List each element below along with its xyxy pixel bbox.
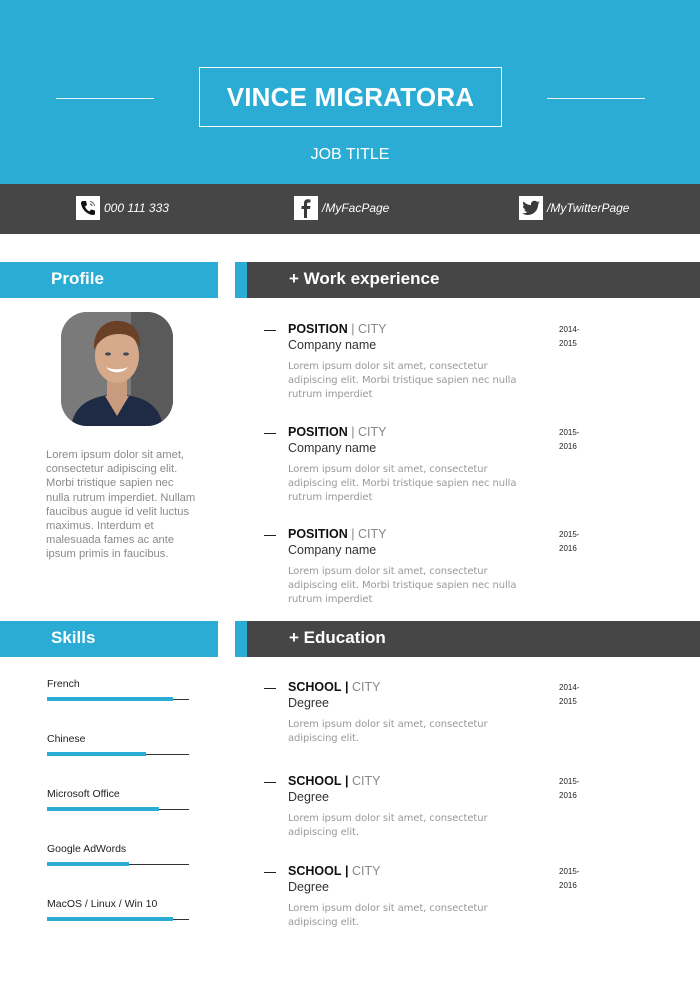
education-heading: + Education xyxy=(289,628,386,647)
profile-heading: Profile xyxy=(51,269,104,288)
company-name: Company name xyxy=(288,543,377,557)
profile-section-header: Profile xyxy=(0,262,218,298)
skill-level-bar xyxy=(47,862,130,866)
city: CITY xyxy=(351,774,381,788)
city: CITY xyxy=(351,680,381,694)
school-city: SCHOOL | CITY xyxy=(288,680,381,694)
skills-section-header: Skills xyxy=(0,621,218,657)
skill-item: Google AdWords xyxy=(47,843,189,866)
entry-description: Lorem ipsum dolor sit amet, consectetur … xyxy=(288,903,488,928)
section-accent xyxy=(235,621,247,657)
position-city: POSITION | CITY xyxy=(288,527,387,541)
position: POSITION xyxy=(288,425,348,439)
dash-bullet xyxy=(264,535,276,536)
skill-item: Chinese xyxy=(47,733,189,756)
entry-description: Lorem ipsum dolor sit amet, consectetur … xyxy=(288,813,488,838)
entry-description: Lorem ipsum dolor sit amet, consectetur … xyxy=(288,719,488,744)
header-rule-left xyxy=(56,98,154,99)
skill-item: Microsoft Office xyxy=(47,788,189,811)
profile-summary: Lorem ipsum dolor sit amet, consectetur … xyxy=(46,449,196,561)
position-city: POSITION | CITY xyxy=(288,322,387,336)
entry-dates: 2014- 2015 xyxy=(559,325,580,348)
twitter-handle: /MyTwitterPage xyxy=(547,201,630,215)
skill-label: French xyxy=(47,678,80,690)
entry-dates: 2015- 2016 xyxy=(559,428,580,451)
resume-header: VINCE MIGRATORA JOB TITLE xyxy=(0,0,700,184)
entry-dates: 2015- 2016 xyxy=(559,530,580,553)
city: CITY xyxy=(357,322,387,336)
dash-bullet xyxy=(264,688,276,689)
company-name: Company name xyxy=(288,441,377,455)
city: CITY xyxy=(351,864,381,878)
contact-bar: 000 111 333 /MyFacPage /MyTwitterPage xyxy=(0,184,700,234)
school: SCHOOL xyxy=(288,680,342,694)
phone-icon xyxy=(76,196,100,220)
dash-bullet xyxy=(264,330,276,331)
contact-phone[interactable]: 000 111 333 xyxy=(76,196,169,220)
degree: Degree xyxy=(288,790,329,804)
skill-item: MacOS / Linux / Win 10 xyxy=(47,898,189,921)
dash-bullet xyxy=(264,782,276,783)
skill-label: MacOS / Linux / Win 10 xyxy=(47,898,158,910)
position: POSITION xyxy=(288,527,348,541)
facebook-handle: /MyFacPage xyxy=(322,201,390,215)
work-section-header: + Work experience xyxy=(235,262,700,298)
skill-label: Microsoft Office xyxy=(47,788,120,800)
skill-label: Chinese xyxy=(47,733,86,745)
entry-dates: 2015- 2016 xyxy=(559,777,580,800)
dash-bullet xyxy=(264,872,276,873)
position-city: POSITION | CITY xyxy=(288,425,387,439)
entry-dates: 2014- 2015 xyxy=(559,683,580,706)
skills-heading: Skills xyxy=(51,628,96,647)
skill-item: French xyxy=(47,678,189,701)
entry-description: Lorem ipsum dolor sit amet, consectetur … xyxy=(288,361,517,400)
section-accent xyxy=(235,262,247,298)
city: CITY xyxy=(357,527,387,541)
school-city: SCHOOL | CITY xyxy=(288,864,381,878)
facebook-icon xyxy=(294,196,318,220)
school-city: SCHOOL | CITY xyxy=(288,774,381,788)
work-heading: + Work experience xyxy=(289,269,440,288)
contact-twitter[interactable]: /MyTwitterPage xyxy=(519,196,629,220)
skill-level-bar xyxy=(47,752,147,756)
twitter-icon xyxy=(519,196,543,220)
skill-level-bar xyxy=(47,807,160,811)
skill-label: Google AdWords xyxy=(47,843,127,855)
position: POSITION xyxy=(288,322,348,336)
degree: Degree xyxy=(288,880,329,894)
candidate-name: VINCE MIGRATORA xyxy=(226,81,475,112)
job-title: JOB TITLE xyxy=(310,146,390,163)
phone-number: 000 111 333 xyxy=(104,201,169,215)
city: CITY xyxy=(357,425,387,439)
name-box: VINCE MIGRATORA xyxy=(199,67,502,127)
company-name: Company name xyxy=(288,338,377,352)
degree: Degree xyxy=(288,696,329,710)
dash-bullet xyxy=(264,433,276,434)
entry-description: Lorem ipsum dolor sit amet, consectetur … xyxy=(288,566,517,605)
school: SCHOOL xyxy=(288,774,342,788)
school: SCHOOL xyxy=(288,864,342,878)
header-rule-right xyxy=(547,98,645,99)
skill-level-bar xyxy=(47,697,174,701)
skill-level-bar xyxy=(47,917,174,921)
entry-description: Lorem ipsum dolor sit amet, consectetur … xyxy=(288,464,517,503)
education-section-header: + Education xyxy=(235,621,700,657)
contact-facebook[interactable]: /MyFacPage xyxy=(294,196,389,220)
profile-photo xyxy=(61,312,173,426)
entry-dates: 2015- 2016 xyxy=(559,867,580,890)
